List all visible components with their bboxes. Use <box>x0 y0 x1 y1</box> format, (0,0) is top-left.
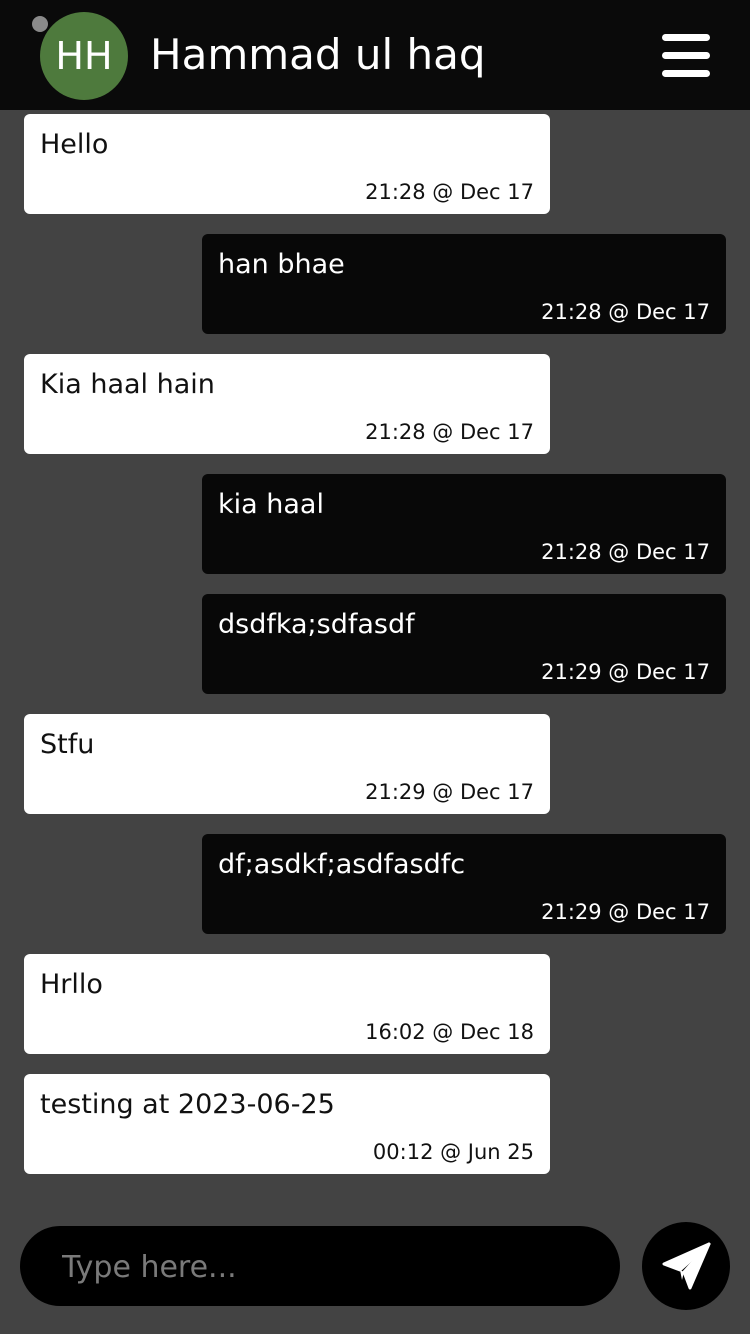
message-input[interactable] <box>60 1240 594 1294</box>
message-text: Hello <box>40 129 109 160</box>
message-timestamp: 00:12 @ Jun 25 <box>372 1140 534 1164</box>
message-timestamp: 21:29 @ Dec 17 <box>541 900 710 924</box>
message-bubble-outgoing: dsdfka;sdfasdf 21:29 @ Dec 17 <box>202 594 726 694</box>
paper-plane-icon <box>662 1242 711 1290</box>
message-text: han bhae <box>218 249 345 280</box>
contact-name: Hammad ul haq <box>150 30 486 79</box>
message-bubble-incoming: Kia haal hain 21:28 @ Dec 17 <box>24 354 550 454</box>
avatar[interactable]: HH <box>40 12 128 100</box>
message-text: Hrllo <box>40 969 103 1000</box>
message-text: df;asdkf;asdfasdfc <box>218 849 466 880</box>
message-text: kia haal <box>218 489 324 520</box>
message-timestamp: 16:02 @ Dec 18 <box>365 1020 534 1044</box>
message-text: testing at 2023-06-25 <box>40 1089 335 1120</box>
message-timestamp: 21:28 @ Dec 17 <box>541 540 710 564</box>
message-timestamp: 21:29 @ Dec 17 <box>541 660 710 684</box>
message-bubble-incoming: Hrllo 16:02 @ Dec 18 <box>24 954 550 1054</box>
message-text: dsdfka;sdfasdf <box>218 609 415 640</box>
message-bubble-incoming: testing at 2023-06-25 00:12 @ Jun 25 <box>24 1074 550 1174</box>
message-text: Stfu <box>40 729 95 760</box>
message-timestamp: 21:28 @ Dec 17 <box>365 420 534 444</box>
message-timestamp: 21:29 @ Dec 17 <box>365 780 534 804</box>
message-timestamp: 21:28 @ Dec 17 <box>365 180 534 204</box>
message-text: Kia haal hain <box>40 369 215 400</box>
chat-header: HH Hammad ul haq <box>0 0 750 110</box>
hamburger-menu-icon[interactable] <box>658 30 714 80</box>
message-timestamp: 21:28 @ Dec 17 <box>541 300 710 324</box>
message-composer <box>20 1226 620 1306</box>
send-button[interactable] <box>642 1222 730 1310</box>
status-dot-icon <box>32 16 48 32</box>
message-bubble-outgoing: kia haal 21:28 @ Dec 17 <box>202 474 726 574</box>
message-bubble-outgoing: han bhae 21:28 @ Dec 17 <box>202 234 726 334</box>
message-bubble-outgoing: df;asdkf;asdfasdfc 21:29 @ Dec 17 <box>202 834 726 934</box>
message-list[interactable]: Hello 21:28 @ Dec 17 han bhae 21:28 @ De… <box>0 110 750 1200</box>
message-bubble-incoming: Hello 21:28 @ Dec 17 <box>24 114 550 214</box>
message-bubble-incoming: Stfu 21:29 @ Dec 17 <box>24 714 550 814</box>
